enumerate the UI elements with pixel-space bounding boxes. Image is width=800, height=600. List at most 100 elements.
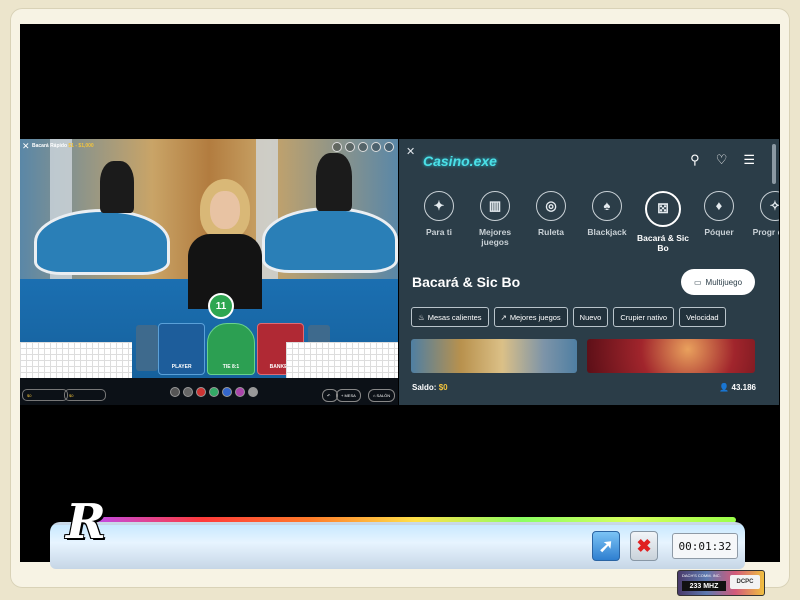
chip[interactable] — [248, 387, 258, 397]
category-blackjack[interactable]: ♠ Blackjack — [579, 191, 635, 253]
chip-selector — [170, 387, 258, 397]
casino-logo: Casino.exe — [423, 153, 497, 169]
category-para-ti[interactable]: ✦ Para ti — [411, 191, 467, 253]
main-dealer — [180, 179, 270, 309]
players-online: 👤 43.186 — [719, 383, 756, 392]
filter-label: Nuevo — [579, 312, 602, 322]
chip[interactable] — [222, 387, 232, 397]
filter-label: Crupier nativo — [620, 312, 668, 322]
bet-player[interactable]: PLAYER — [158, 323, 206, 375]
filter-nuevo[interactable]: Nuevo — [572, 307, 609, 327]
chip[interactable] — [235, 387, 245, 397]
footer-bet: $0 — [69, 392, 74, 398]
category-label: Bacará & Sic Bo — [637, 233, 689, 253]
podium-icon: ▥ — [480, 191, 510, 221]
game-thumbnail[interactable] — [411, 339, 577, 373]
game-thumbnail[interactable] — [587, 339, 755, 373]
flame-icon: ♨ — [418, 312, 425, 322]
balance-pill: $0 — [22, 389, 68, 401]
start-logo[interactable]: R — [66, 494, 106, 550]
category-ruleta[interactable]: ◎ Ruleta — [523, 191, 579, 253]
open-external-button[interactable]: ➚ — [592, 531, 620, 561]
multigame-icon: ▭ — [693, 277, 702, 287]
lobby-panel: ✕ Casino.exe ⚲ ♡ ☰ ✦ Para ti ▥ Mejores j… — [399, 139, 779, 405]
filter-label: Velocidad — [686, 312, 719, 322]
multigame-label: Multijuego — [705, 277, 743, 287]
cpu-badge-label: DACH'S COMM. INC. — [682, 573, 721, 578]
game-header-icons — [332, 142, 394, 152]
cpu-brand: DCPC — [730, 575, 760, 589]
background-dealer-right — [316, 153, 352, 211]
game-header: ✕ Bacará Rápido $1 - $1,000 — [20, 139, 398, 157]
big-road-scoreboard — [286, 342, 398, 378]
trend-icon: ↗ — [500, 312, 507, 322]
chip[interactable] — [209, 387, 219, 397]
category-mejores-juegos[interactable]: ▥ Mejores juegos — [467, 191, 523, 253]
chip[interactable] — [196, 387, 206, 397]
bead-road-scoreboard — [20, 342, 132, 378]
settings-icon[interactable] — [332, 142, 342, 152]
category-label: Progr de ju — [752, 227, 779, 237]
filter-mejores-juegos[interactable]: ↗ Mejores juegos — [493, 307, 568, 327]
section-title: Bacará & Sic Bo — [412, 274, 521, 290]
sparkle-icon: ✦ — [424, 191, 454, 221]
balance-display: Saldo: $0 — [412, 383, 448, 392]
multigame-button[interactable]: ▭ Multijuego — [681, 269, 755, 295]
balance-value: $0 — [438, 383, 448, 392]
filter-velocidad[interactable]: Velocidad — [679, 307, 726, 327]
lobby-button[interactable]: ⌂ SALÓN — [368, 389, 396, 402]
filter-label: Mejores juegos — [509, 312, 561, 322]
arrow-up-right-icon: ➚ — [598, 535, 614, 556]
countdown-timer: 11 — [208, 293, 234, 319]
menu-icon[interactable]: ☰ — [743, 152, 755, 168]
close-icon: ✖ — [636, 535, 652, 556]
taskbar-clock: 00:01:32 — [672, 533, 738, 559]
category-progresivos[interactable]: ✧ Progr de ju — [747, 191, 779, 253]
game-title-text: Bacará Rápido — [32, 143, 68, 149]
chip[interactable] — [170, 387, 180, 397]
sound-icon[interactable] — [358, 142, 368, 152]
cpu-badge: DACH'S COMM. INC. 233 MHZ DCPC — [677, 570, 765, 596]
chat-icon[interactable] — [345, 142, 355, 152]
category-label: Póquer — [704, 227, 734, 237]
search-icon[interactable]: ⚲ — [690, 152, 700, 168]
background-table-right — [262, 207, 398, 273]
game-close-icon[interactable]: ✕ — [22, 141, 30, 152]
add-table-button[interactable]: + MESA — [336, 389, 361, 402]
category-label: Blackjack — [587, 227, 627, 237]
add-table-label: MESA — [344, 393, 356, 398]
heart-icon[interactable]: ♡ — [716, 152, 728, 168]
chip[interactable] — [183, 387, 193, 397]
footer-balance: $0 — [27, 392, 32, 398]
close-window-button[interactable]: ✖ — [630, 531, 658, 561]
cpu-mhz: 233 MHZ — [682, 581, 726, 591]
dice-icon: ⚄ — [645, 191, 681, 227]
user-icon: 👤 — [719, 383, 730, 392]
background-table-left — [34, 209, 170, 275]
category-nav: ✦ Para ti ▥ Mejores juegos ◎ Ruleta ♠ Bl… — [411, 191, 779, 253]
panel-scrollbar[interactable] — [772, 144, 776, 184]
filter-crupier-nativo[interactable]: Crupier nativo — [613, 307, 675, 327]
poker-icon: ♦ — [704, 191, 734, 221]
help-icon[interactable] — [371, 142, 381, 152]
background-dealer-left — [100, 161, 134, 213]
lobby-label: SALÓN — [376, 393, 391, 398]
players-count: 43.186 — [731, 383, 756, 392]
panel-close-icon[interactable]: ✕ — [406, 145, 415, 158]
progressive-icon: ✧ — [760, 191, 779, 221]
game-title: Bacará Rápido $1 - $1,000 — [32, 143, 94, 149]
category-bacara-sic-bo[interactable]: ⚄ Bacará & Sic Bo — [635, 191, 691, 253]
roulette-icon: ◎ — [536, 191, 566, 221]
bet-tie[interactable]: TIE 8:1 — [207, 323, 255, 375]
category-label: Ruleta — [538, 227, 564, 237]
live-game-view[interactable]: ✕ Bacará Rápido $1 - $1,000 11 PLAYER TI… — [20, 139, 398, 405]
bet-pill: $0 — [64, 389, 106, 401]
category-label: Mejores juegos — [478, 227, 512, 247]
game-footer: $0 $0 ↶ + MESA ⌂ SALÓN — [20, 378, 398, 405]
panel-top-icons: ⚲ ♡ ☰ — [690, 152, 755, 168]
cards-icon: ♠ — [592, 191, 622, 221]
side-bet-left[interactable] — [136, 325, 158, 371]
category-poquer[interactable]: ♦ Póquer — [691, 191, 747, 253]
fullscreen-icon[interactable] — [384, 142, 394, 152]
filter-mesas-calientes[interactable]: ♨ Mesas calientes — [411, 307, 489, 327]
